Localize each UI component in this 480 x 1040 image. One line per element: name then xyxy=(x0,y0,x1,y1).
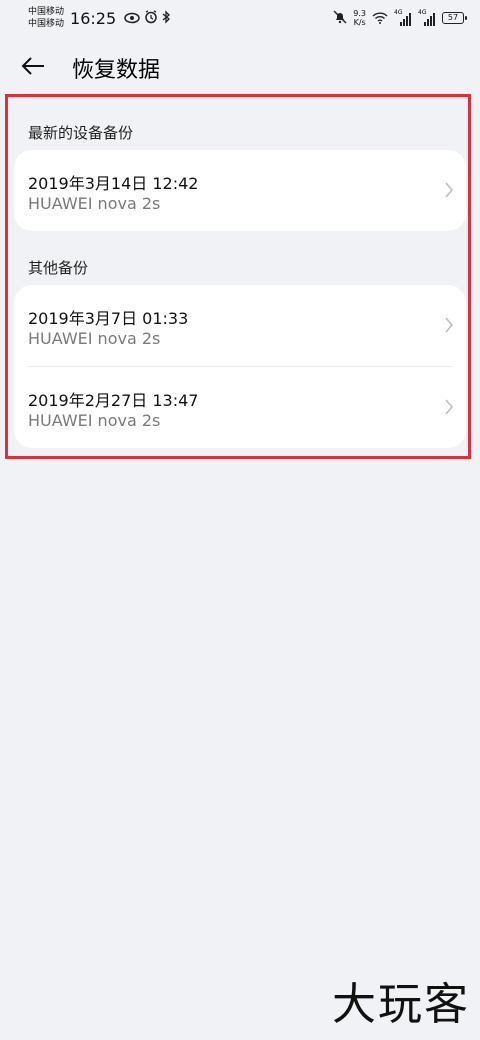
status-time: 16:25 xyxy=(70,8,117,28)
other-backups-card: 2019年3月7日 01:33 HUAWEI nova 2s 2019年2月27… xyxy=(14,285,466,448)
backup-device: HUAWEI nova 2s xyxy=(28,411,161,430)
app-bar: 恢复数据 xyxy=(0,46,480,90)
backup-item[interactable]: 2019年2月27日 13:47 HUAWEI nova 2s xyxy=(14,367,466,448)
page-title: 恢复数据 xyxy=(72,58,161,83)
mute-icon xyxy=(333,9,347,28)
status-left-icons xyxy=(124,9,171,28)
eye-icon xyxy=(124,9,140,28)
watermark-logo: 大玩客 xyxy=(332,979,470,1030)
backup-device: HUAWEI nova 2s xyxy=(28,329,161,348)
backup-date: 2019年2月27日 13:47 xyxy=(28,391,199,410)
battery-level: 57 xyxy=(447,13,459,22)
signal-1-label: 4G xyxy=(394,9,403,16)
battery-icon: 57 xyxy=(442,12,467,24)
chevron-right-icon xyxy=(444,316,454,338)
wifi-icon xyxy=(372,9,388,28)
carrier-2-label: 中国移动 xyxy=(28,19,65,29)
status-right: 9.3 K/s 4G 4G 57 xyxy=(333,9,467,28)
signal-2-label: 4G xyxy=(418,9,427,16)
section-title-other: 其他备份 xyxy=(28,259,89,277)
back-arrow-icon xyxy=(20,55,46,81)
signal-2-icon: 4G xyxy=(418,9,436,26)
status-bar: 中国移动 中国移动 16:25 9.3 K/s 4G 4G 57 xyxy=(0,0,480,36)
backup-date: 2019年3月14日 12:42 xyxy=(28,174,199,193)
chevron-right-icon xyxy=(444,398,454,420)
backup-item[interactable]: 2019年3月14日 12:42 HUAWEI nova 2s xyxy=(14,150,466,231)
backup-item[interactable]: 2019年3月7日 01:33 HUAWEI nova 2s xyxy=(14,285,466,366)
network-speed: 9.3 K/s xyxy=(353,9,366,27)
section-title-latest: 最新的设备备份 xyxy=(28,124,134,142)
carrier-1-label: 中国移动 xyxy=(28,7,65,17)
signal-1-icon: 4G xyxy=(394,9,412,26)
alarm-icon xyxy=(144,9,158,28)
backup-date: 2019年3月7日 01:33 xyxy=(28,309,189,328)
back-button[interactable] xyxy=(20,46,72,90)
speed-value: 9.3 xyxy=(353,9,366,18)
chevron-right-icon xyxy=(444,181,454,203)
latest-backup-card: 2019年3月14日 12:42 HUAWEI nova 2s xyxy=(14,150,466,231)
bluetooth-icon xyxy=(162,9,171,28)
backup-device: HUAWEI nova 2s xyxy=(28,194,161,213)
speed-unit: K/s xyxy=(353,18,366,27)
carrier-info: 中国移动 中国移动 xyxy=(28,6,64,30)
